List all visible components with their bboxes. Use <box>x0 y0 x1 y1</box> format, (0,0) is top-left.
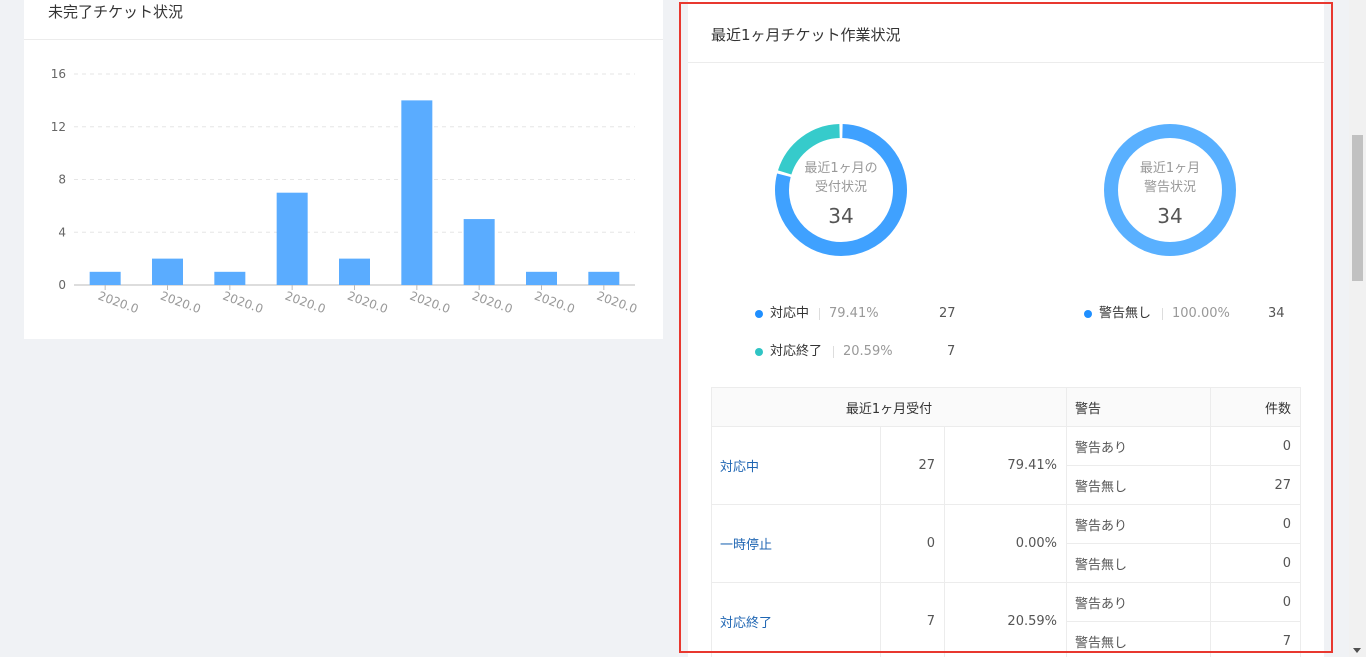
row-count: 0 <box>881 505 945 583</box>
warning-donut-label1: 最近1ヶ月 <box>1139 161 1201 176</box>
legend-separator <box>1162 308 1163 320</box>
legend-no-warning[interactable]: 警告無し 100.00% 34 <box>1084 305 1304 323</box>
recent-month-card: 最近1ヶ月チケット作業状況 最近1ヶ月の 受付状況 34 最近1ヶ月 警告状況 … <box>688 0 1324 657</box>
warn-count: 0 <box>1211 583 1301 622</box>
legend-count: 7 <box>947 344 956 359</box>
legend-percent: 100.00% <box>1172 306 1230 321</box>
bar[interactable] <box>339 258 370 285</box>
reception-donut: 最近1ヶ月の 受付状況 34 <box>772 121 910 259</box>
legend-separator <box>833 346 834 358</box>
scrollbar-thumb[interactable] <box>1352 135 1363 281</box>
bar[interactable] <box>214 271 246 285</box>
warn-count: 0 <box>1211 427 1301 466</box>
legend-in-progress[interactable]: 対応中 79.41% 27 <box>755 305 985 323</box>
x-tick-label: 2020.0 <box>595 289 639 317</box>
row-percent: 20.59% <box>945 583 1067 657</box>
legend-dot <box>755 310 763 318</box>
y-tick-label: 12 <box>51 120 66 134</box>
x-tick-label: 2020.0 <box>96 289 140 317</box>
x-tick-label: 2020.0 <box>345 289 389 317</box>
bar[interactable] <box>401 100 433 285</box>
bar[interactable] <box>152 258 183 285</box>
y-tick-label: 4 <box>58 225 66 239</box>
legend-percent: 79.41% <box>829 306 879 321</box>
scroll-down-arrow-icon[interactable] <box>1353 648 1361 653</box>
header-reception: 最近1ヶ月受付 <box>711 387 1067 427</box>
legend-dot <box>1084 310 1092 318</box>
warn-count: 0 <box>1211 544 1301 583</box>
open-tickets-bar-chart: 0 4 8 12 16 2020.0 2020.0 2020.0 2020.0 2020.0 202… <box>51 67 639 317</box>
warning-donut: 最近1ヶ月 警告状況 34 <box>1101 121 1239 259</box>
legend-percent: 20.59% <box>843 344 893 359</box>
row-status-completed[interactable]: 対応終了 <box>711 583 881 657</box>
x-tick-label: 2020.0 <box>283 289 327 317</box>
warn-count: 27 <box>1211 466 1301 505</box>
row-percent: 79.41% <box>945 427 1067 505</box>
card-divider <box>688 62 1324 63</box>
row-percent: 0.00% <box>945 505 1067 583</box>
bar[interactable] <box>588 271 620 285</box>
legend-count: 34 <box>1268 306 1285 321</box>
recent-month-title: 最近1ヶ月チケット作業状況 <box>711 26 901 44</box>
bar[interactable] <box>526 271 557 285</box>
warn-label: 警告あり <box>1067 505 1211 544</box>
legend-separator <box>819 308 820 320</box>
legend-dot <box>755 348 763 356</box>
row-count: 27 <box>881 427 945 505</box>
warn-label: 警告あり <box>1067 583 1211 622</box>
row-status-paused[interactable]: 一時停止 <box>711 505 881 583</box>
warn-label: 警告無し <box>1067 466 1211 505</box>
y-tick-label: 8 <box>58 173 66 187</box>
warn-count: 7 <box>1211 622 1301 657</box>
bar[interactable] <box>276 192 308 285</box>
header-warning: 警告 <box>1067 387 1211 427</box>
warning-donut-total: 34 <box>1157 204 1183 228</box>
legend-completed[interactable]: 対応終了 20.59% 7 <box>755 343 985 361</box>
warn-label: 警告無し <box>1067 622 1211 657</box>
legend-count: 27 <box>939 306 956 321</box>
open-tickets-title: 未完了チケット状況 <box>48 3 184 21</box>
x-tick-label: 2020.0 <box>470 289 514 317</box>
reception-donut-total: 34 <box>828 204 854 228</box>
bar[interactable] <box>463 219 495 285</box>
warning-donut-label2: 警告状況 <box>1143 180 1196 195</box>
warn-label: 警告あり <box>1067 427 1211 466</box>
bar[interactable] <box>89 271 121 285</box>
x-tick-label: 2020.0 <box>158 289 202 317</box>
x-tick-label: 2020.0 <box>408 289 452 317</box>
warn-label: 警告無し <box>1067 544 1211 583</box>
reception-donut-label1: 最近1ヶ月の <box>804 161 878 176</box>
legend-name: 警告無し <box>1099 306 1152 321</box>
legend-name: 対応終了 <box>770 344 823 359</box>
y-tick-label: 0 <box>58 278 66 292</box>
y-tick-label: 16 <box>51 67 66 81</box>
header-count: 件数 <box>1211 387 1301 427</box>
warn-count: 0 <box>1211 505 1301 544</box>
reception-donut-label2: 受付状況 <box>814 180 867 195</box>
open-tickets-card: 未完了チケット状況 0 4 8 12 16 2020.0 2020.0 2020.0 2020.… <box>24 0 663 339</box>
legend-name: 対応中 <box>770 306 810 321</box>
x-tick-label: 2020.0 <box>532 289 576 317</box>
page-scrollbar[interactable] <box>1349 0 1366 657</box>
row-count: 7 <box>881 583 945 657</box>
x-tick-label: 2020.0 <box>221 289 265 317</box>
row-status-in-progress[interactable]: 対応中 <box>711 427 881 505</box>
